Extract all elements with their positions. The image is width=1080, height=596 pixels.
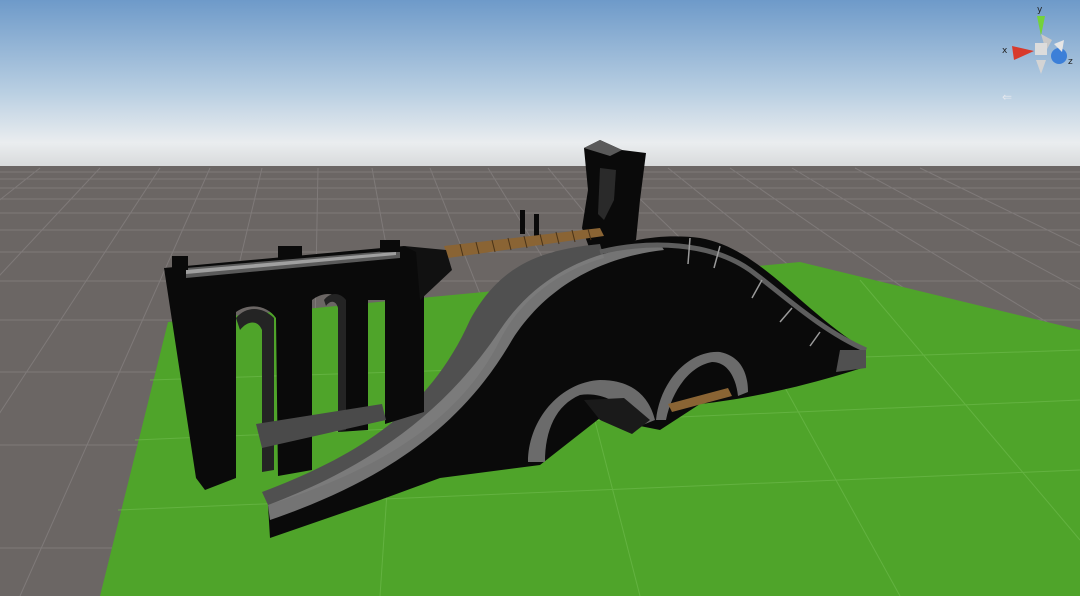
projection-toggle[interactable]: ⇐ bbox=[1002, 90, 1078, 104]
axis-gizmo[interactable]: y x z bbox=[996, 4, 1080, 76]
projection-arrow-icon: ⇐ bbox=[1002, 90, 1013, 104]
y-axis-cone[interactable] bbox=[1037, 16, 1045, 36]
gizmo-center-cube[interactable] bbox=[1035, 43, 1047, 55]
x-axis-cone[interactable] bbox=[1012, 46, 1034, 60]
scene-render[interactable] bbox=[0, 0, 1080, 596]
sky bbox=[0, 0, 1080, 168]
x-axis-label: x bbox=[1002, 46, 1008, 56]
scene-viewport[interactable]: y x z ⇐ bbox=[0, 0, 1080, 596]
z-axis-label: z bbox=[1068, 57, 1073, 67]
z-axis-cone[interactable] bbox=[1051, 48, 1067, 64]
y-axis-label: y bbox=[1037, 5, 1043, 15]
neg-y-cone[interactable] bbox=[1036, 60, 1046, 74]
